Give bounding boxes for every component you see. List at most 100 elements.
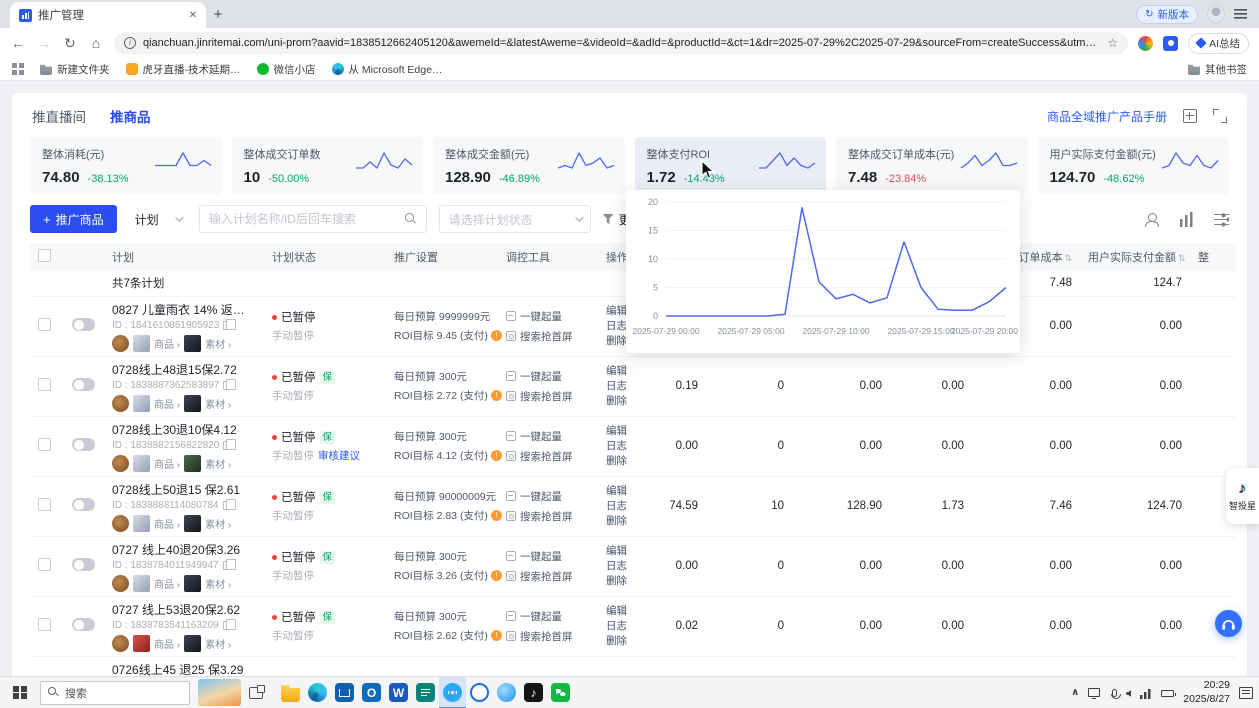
action-link[interactable]: 删除 [606,574,646,589]
action-link[interactable]: 日志 [606,379,646,394]
tab-live-room[interactable]: 推直播间 [32,106,86,126]
action-link[interactable]: 编辑 [606,484,646,499]
bookmark-item[interactable]: 虎牙直播-技术延期… [126,62,241,77]
action-link[interactable]: 日志 [606,499,646,514]
back-icon[interactable]: ← [10,35,26,51]
stat-card-1[interactable]: 整体消耗(元)74.80-38.13% [30,137,222,194]
row-checkbox[interactable] [38,438,51,451]
plan-title[interactable]: 0727 线上40退20保3.26 [112,541,256,558]
plan-title[interactable]: 0728线上30退10保4.12 [112,421,256,438]
material-link[interactable]: 素材 › [205,336,231,351]
extension-icon-1[interactable] [1138,36,1153,51]
tab-close-icon[interactable]: ✕ [189,10,197,21]
ai-summary-button[interactable]: AI总结 [1188,33,1249,54]
stat-card-4[interactable]: 整体支付ROI1.72-14.43% [635,137,827,194]
row-enable-toggle[interactable] [72,318,95,331]
bookmark-star-icon[interactable]: ☆ [1107,36,1118,50]
tool-label[interactable]: 一键起量 [520,549,562,564]
taskbar-app-wechat[interactable] [547,677,574,708]
taskbar-app-browser[interactable] [493,677,520,708]
plan-title[interactable]: 0728线上50退15 保2.61 [112,481,256,498]
tool-label[interactable]: 搜索抢首屏 [520,389,573,404]
table-settings-icon[interactable] [1214,212,1229,227]
layout-toggle-icon[interactable] [1183,109,1197,123]
clock[interactable]: 20:29 2025/8/27 [1183,679,1230,705]
customer-service-button[interactable] [1215,610,1242,637]
tool-label[interactable]: 一键起量 [520,489,562,504]
assistant-widget[interactable]: ♪ 智投星 [1226,468,1259,524]
taskbar-app-file-explorer[interactable] [277,677,304,708]
network-icon[interactable] [1140,687,1152,699]
plan-title[interactable]: 0827 儿童雨衣 14% 返：20% 保：9.92 [112,301,256,318]
address-bar[interactable]: i qianchuan.jinritemai.com/uni-prom?aavi… [114,32,1128,54]
row-enable-toggle[interactable] [72,378,95,391]
reload-icon[interactable]: ↻ [62,35,78,52]
select-all-checkbox[interactable] [38,249,51,262]
audit-suggestion-link[interactable]: 审核建议 [318,450,360,462]
material-link[interactable]: 素材 › [205,516,231,531]
plan-title[interactable]: 0727 线上53退20保2.62 [112,601,256,618]
microphone-icon[interactable] [1112,689,1117,697]
stat-card-2[interactable]: 整体成交订单数10-50.00% [232,137,424,194]
stat-card-3[interactable]: 整体成交金额(元)128.90-46.89% [433,137,625,194]
tool-label[interactable]: 一键起量 [520,309,562,324]
battery-icon[interactable] [1161,690,1174,697]
row-checkbox[interactable] [38,378,51,391]
material-link[interactable]: 素材 › [205,456,231,471]
material-link[interactable]: 素材 › [205,576,231,591]
row-enable-toggle[interactable] [72,498,95,511]
browser-menu-icon[interactable] [1234,9,1247,19]
volume-icon[interactable] [1126,690,1131,697]
copy-icon[interactable] [223,321,231,330]
plan-type-select[interactable]: 计划 [129,205,187,233]
taskbar-app-tiktok[interactable]: ♪ [520,677,547,708]
product-link[interactable]: 商品 › [154,456,180,471]
taskbar-app-quark[interactable] [466,677,493,708]
row-checkbox[interactable] [38,498,51,511]
row-checkbox[interactable] [38,318,51,331]
fullscreen-icon[interactable] [1213,109,1227,123]
action-link[interactable]: 编辑 [606,544,646,559]
task-view-button[interactable] [241,677,271,708]
site-info-icon[interactable]: i [124,37,136,49]
taskbar-app-outlook[interactable]: O [358,677,385,708]
row-enable-toggle[interactable] [72,438,95,451]
metrics-column-icon[interactable] [1179,212,1194,227]
taskbar-search[interactable]: 搜索 [40,681,190,705]
promotion-manual-link[interactable]: 商品全域推广产品手册 [1047,108,1167,125]
search-icon[interactable] [405,213,417,225]
taskbar-app-edge[interactable] [304,677,331,708]
plan-title[interactable]: 0726线上45 退25 保3.29 [112,661,256,677]
product-link[interactable]: 商品 › [154,336,180,351]
taskbar-app-word[interactable]: W [385,677,412,708]
material-link[interactable]: 素材 › [205,636,231,651]
notification-center-icon[interactable] [1239,687,1253,699]
action-link[interactable]: 删除 [606,394,646,409]
product-link[interactable]: 商品 › [154,396,180,411]
copy-icon[interactable] [223,441,231,450]
product-link[interactable]: 商品 › [154,516,180,531]
tool-label[interactable]: 搜索抢首屏 [520,629,573,644]
row-enable-toggle[interactable] [72,558,95,571]
browser-profile-avatar[interactable] [1207,5,1225,23]
action-link[interactable]: 删除 [606,514,646,529]
bookmark-item[interactable]: 从 Microsoft Edge… [332,62,443,77]
promote-product-button[interactable]: + 推广商品 [30,205,117,233]
browser-tab[interactable]: 推广管理 ✕ [10,2,206,28]
taskbar-app-store[interactable] [331,677,358,708]
tool-label[interactable]: 一键起量 [520,369,562,384]
account-manage-icon[interactable] [1144,212,1159,227]
new-tab-button[interactable]: + [206,2,230,26]
taskbar-app-docs[interactable] [412,677,439,708]
copy-icon[interactable] [223,381,231,390]
plan-search-input[interactable] [209,212,399,226]
product-link[interactable]: 商品 › [154,576,180,591]
tool-label[interactable]: 一键起量 [520,609,562,624]
stat-card-5[interactable]: 整体成交订单成本(元)7.48-23.84% [836,137,1028,194]
start-button[interactable] [0,677,40,708]
product-link[interactable]: 商品 › [154,636,180,651]
other-bookmarks-button[interactable]: 其他书签 [1188,62,1247,77]
row-checkbox[interactable] [38,618,51,631]
tool-label[interactable]: 一键起量 [520,429,562,444]
material-link[interactable]: 素材 › [205,396,231,411]
